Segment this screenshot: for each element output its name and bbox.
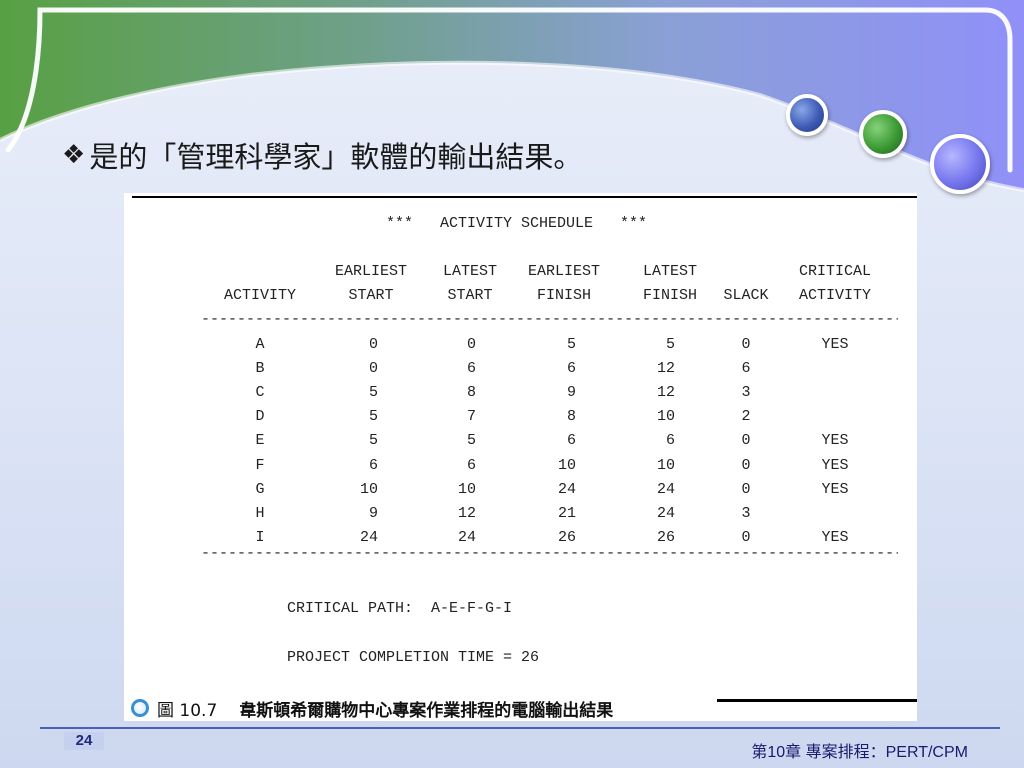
caption-label: 圖 10.7	[157, 700, 218, 721]
header-cell: FINISH	[536, 287, 592, 304]
footer-rule	[40, 727, 1000, 729]
table-cell: 2	[741, 408, 751, 426]
caption-text: 韋斯頓希爾購物中心專案作業排程的電腦輸出結果	[239, 700, 614, 721]
decor-circle-blue	[786, 94, 828, 136]
table-cell: 3	[741, 384, 751, 402]
caption-rule	[717, 699, 917, 702]
table-cell: 10	[656, 456, 675, 474]
table-cell: 0	[741, 336, 751, 353]
table-cell: 12	[656, 360, 675, 378]
header-cell: LATEST	[442, 263, 498, 280]
table-cell: 5	[665, 336, 675, 353]
completion-time-text: PROJECT COMPLETION TIME = 26	[287, 649, 540, 666]
table-cell: 12	[656, 384, 675, 402]
header-cell: ACTIVITY	[223, 287, 297, 304]
page-number: 24	[64, 732, 104, 750]
table-cell: YES	[821, 432, 849, 450]
slide: ❖ 是的「管理科學家」軟體的輸出結果。 *** ACTIVITY SCHEDUL…	[0, 0, 1024, 768]
schedule-title: *** ACTIVITY SCHEDULE ***	[386, 215, 648, 232]
header-cell: EARLIEST	[334, 263, 408, 280]
table-cell: YES	[821, 456, 849, 474]
header-cell: FINISH	[642, 287, 698, 304]
table-cell: 10	[656, 408, 675, 426]
decor-circle-green	[859, 110, 907, 158]
header-cell: ACTIVITY	[798, 287, 872, 304]
critical-path-text: CRITICAL PATH: A-E-F-G-I	[287, 600, 513, 617]
figure-caption: 圖 10.7 韋斯頓希爾購物中心專案作業排程的電腦輸出結果	[124, 693, 917, 723]
slide-title: ❖ 是的「管理科學家」軟體的輸出結果。	[62, 134, 582, 176]
table-cell: 24	[656, 480, 675, 498]
header-divider: ----------------------------------------…	[201, 311, 898, 328]
header-cell: START	[348, 287, 394, 304]
table-cell: 24	[656, 504, 675, 522]
caption-circle-icon	[131, 699, 149, 717]
table-cell: YES	[821, 528, 849, 546]
diamond-bullet-icon: ❖	[62, 140, 86, 170]
header-cell: CRITICAL	[798, 263, 872, 280]
table-cell: YES	[821, 480, 849, 498]
slide-title-text: 是的「管理科學家」軟體的輸出結果。	[89, 140, 583, 174]
decor-circle-purple	[930, 134, 990, 194]
table-cell: 0	[741, 456, 751, 474]
header-cell: EARLIEST	[527, 263, 601, 280]
activity-schedule-figure: *** ACTIVITY SCHEDULE *** EARLIEST LATEST…	[124, 193, 917, 721]
table-cell: YES	[821, 336, 849, 353]
table-cell: 6	[741, 360, 751, 378]
table-cell: 26	[656, 528, 675, 546]
table-cell: 6	[665, 432, 675, 450]
table-cell: 0	[741, 480, 751, 498]
header-cell: LATEST	[642, 263, 698, 280]
header-cell: START	[447, 287, 493, 304]
figure-top-rule	[132, 196, 917, 198]
footer-divider: ----------------------------------------…	[201, 544, 898, 562]
header-cell: SLACK	[723, 287, 769, 304]
footer-chapter-text: 第10章 專案排程：PERT/CPM	[751, 744, 968, 761]
table-cell: 0	[741, 528, 751, 546]
table-cell: 0	[741, 432, 751, 450]
table-cell: 3	[741, 504, 751, 522]
